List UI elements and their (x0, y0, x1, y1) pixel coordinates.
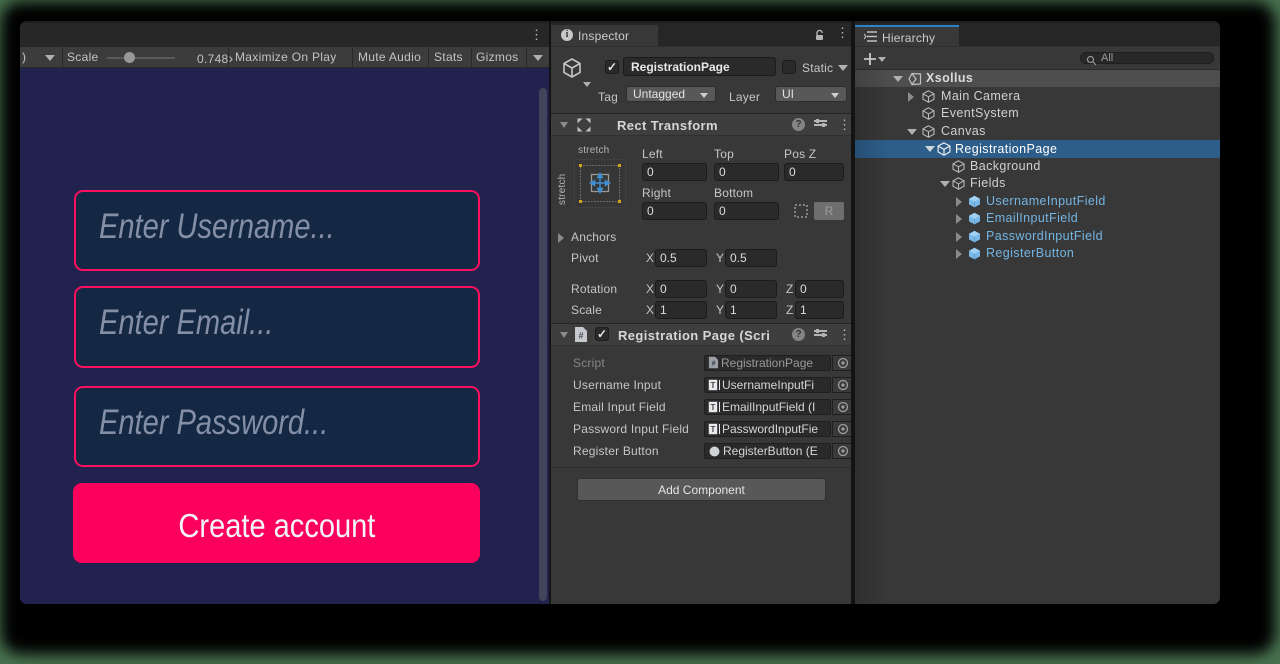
svg-text:#: # (578, 331, 583, 341)
svg-text:#: # (712, 361, 716, 368)
svg-text:T: T (711, 403, 716, 412)
svg-text:T: T (711, 381, 716, 390)
svg-text:T: T (711, 425, 716, 434)
